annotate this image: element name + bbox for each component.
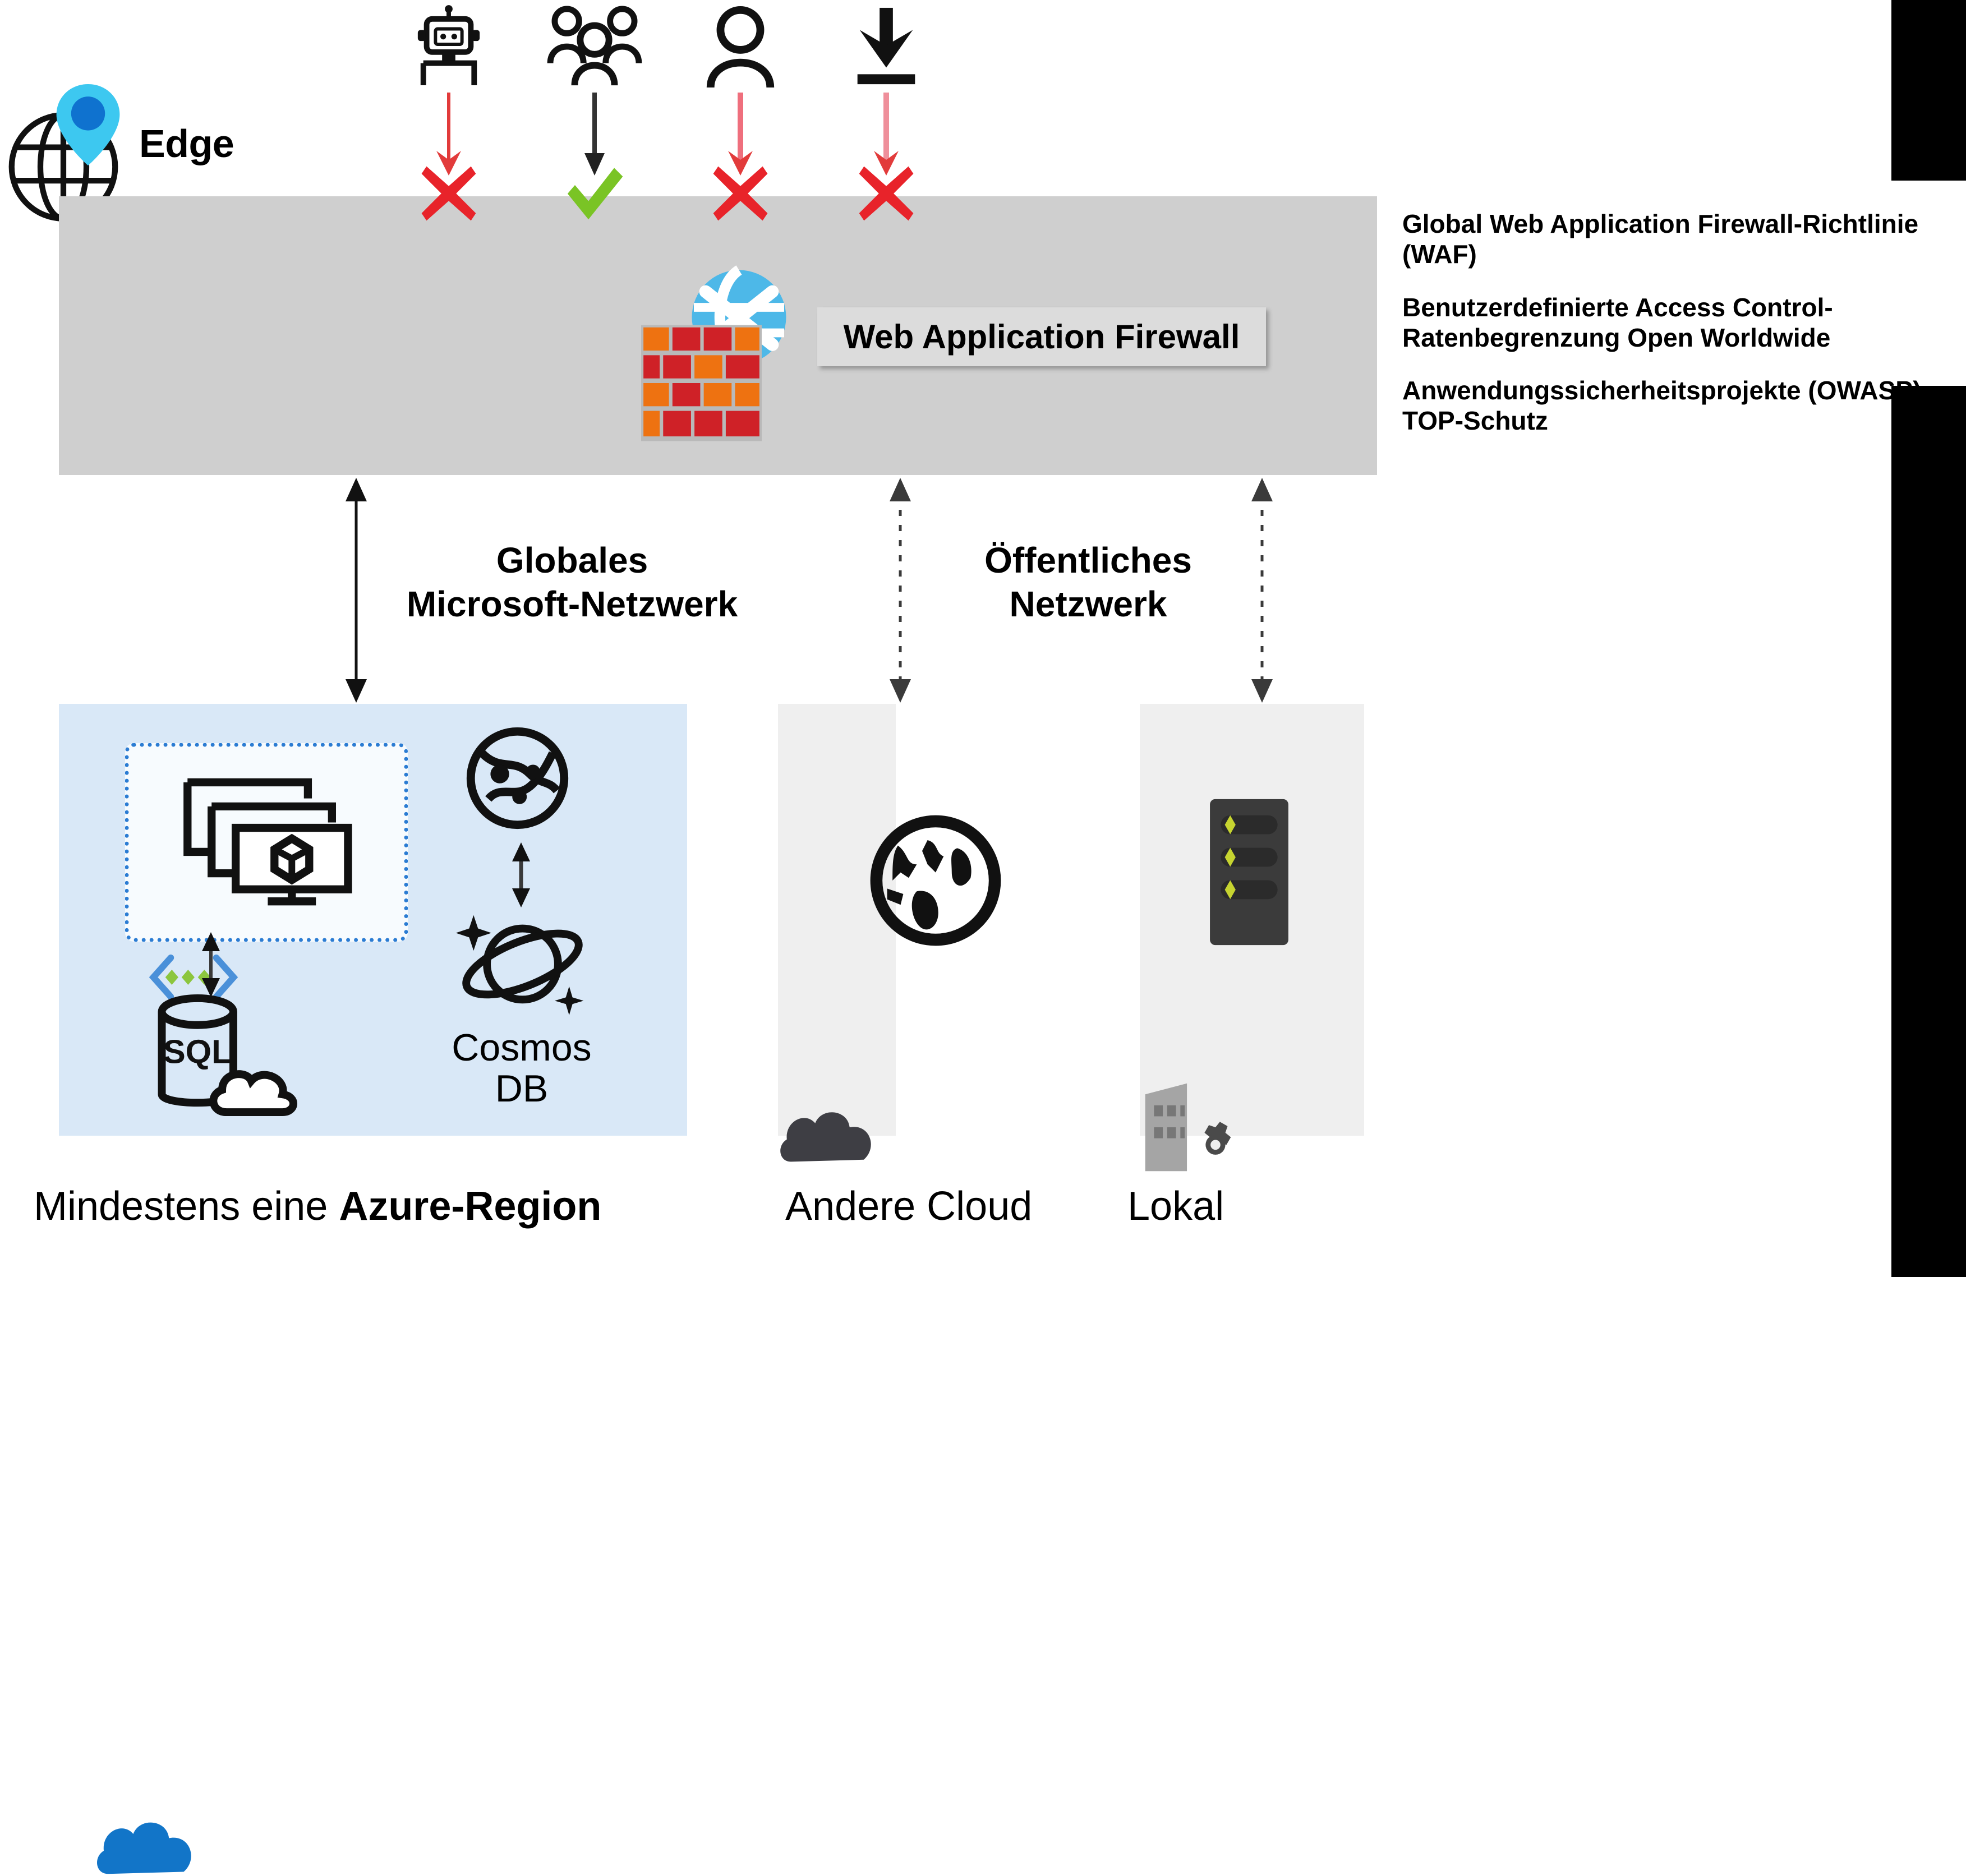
diagram-canvas: Edge Web Application Firewall Global Web… <box>0 0 1966 1874</box>
arrow-globe-to-cosmos <box>512 842 530 907</box>
actor-column-bot <box>393 5 505 230</box>
brick-wall-icon <box>641 325 762 441</box>
caption-other-cloud: Andere Cloud <box>785 1184 1033 1229</box>
edge-label: Edge <box>139 122 234 165</box>
policy-note: Anwendungssicherheitsprojekte (OWASP) TO… <box>1402 376 1922 436</box>
green-check-icon <box>567 168 623 220</box>
earth-globe-icon <box>870 815 1001 946</box>
cosmos-db-planet-icon <box>455 915 584 1016</box>
edge-group: Edge <box>4 84 240 222</box>
azure-cloud-icon <box>96 1822 191 1874</box>
right-black-bar-bottom <box>1891 386 1966 1277</box>
right-black-bar-top <box>1891 0 1966 181</box>
connector-public-network-othercloud <box>890 478 911 703</box>
vmss-dashed-box <box>125 743 408 1001</box>
robot-icon <box>417 5 480 85</box>
vm-scale-set-icon <box>183 778 352 906</box>
connector-public-network-onprem <box>1251 478 1273 703</box>
sql-database-cloud-icon: SQL <box>158 994 297 1117</box>
dark-cloud-icon <box>780 1112 871 1162</box>
global-network-label: Globales Microsoft-Netzwerk <box>406 540 738 625</box>
actor-column-download <box>830 6 942 230</box>
svg-text:SQL: SQL <box>163 1033 232 1070</box>
caption-azure-bold: Azure-Region <box>339 1184 602 1229</box>
user-group-icon <box>547 6 642 86</box>
server-rack-icon <box>1210 799 1288 946</box>
caption-on-premises: Lokal <box>1127 1184 1224 1229</box>
policy-notes-list: Global Web Application Firewall-Richtlin… <box>1402 209 1958 436</box>
caption-azure-prefix: Mindestens eine <box>34 1184 339 1229</box>
actor-column-users <box>538 6 651 230</box>
red-x-icon <box>859 166 914 221</box>
caption-azure-region: Mindestens eine Azure-Region <box>34 1183 601 1229</box>
waf-label-text: Web Application Firewall <box>843 318 1240 356</box>
single-user-icon <box>706 6 775 88</box>
policy-note: Global Web Application Firewall-Richtlin… <box>1402 209 1919 269</box>
map-pin-icon <box>56 84 120 165</box>
global-distribution-icon <box>466 727 569 829</box>
red-x-icon <box>421 166 476 221</box>
download-arrow-icon <box>857 7 915 85</box>
policy-note: Benutzerdefinierte Access Control-Ratenb… <box>1402 292 1833 352</box>
datacenter-building-gear-icon <box>1145 1083 1231 1172</box>
cosmos-db-label: Cosmos DB <box>452 1026 592 1110</box>
public-network-label: Öffentliches Netzwerk <box>984 540 1192 625</box>
actor-column-user <box>684 6 796 230</box>
arrow-vmss-to-sql <box>202 932 220 997</box>
arrow-users-allowed <box>584 93 605 176</box>
red-x-icon <box>713 166 768 221</box>
waf-label-box: Web Application Firewall <box>817 307 1266 366</box>
